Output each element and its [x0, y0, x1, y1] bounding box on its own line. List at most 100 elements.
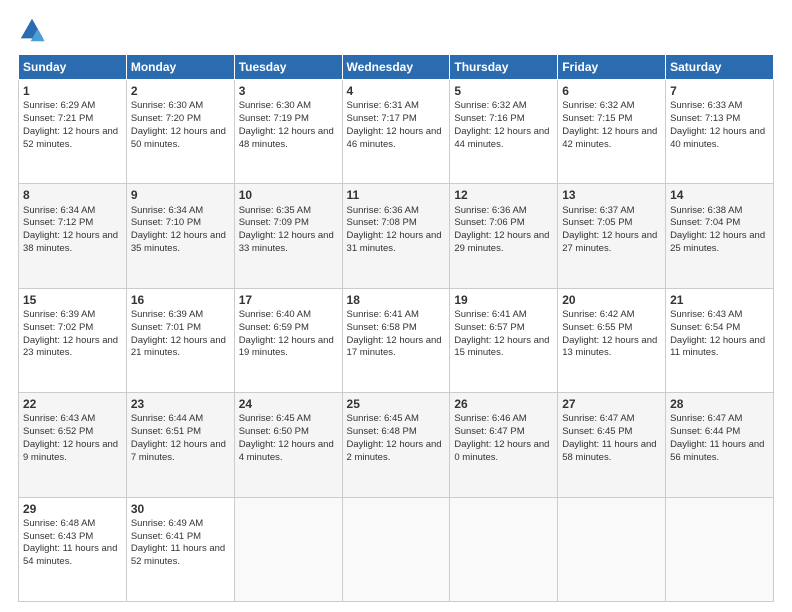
sunrise: Sunrise: 6:46 AM — [454, 413, 526, 424]
sunset: Sunset: 6:44 PM — [670, 426, 740, 437]
sunset: Sunset: 7:05 PM — [562, 217, 632, 228]
sunrise: Sunrise: 6:40 AM — [239, 309, 311, 320]
day-number: 28 — [670, 396, 769, 412]
sunset: Sunset: 7:06 PM — [454, 217, 524, 228]
daylight: Daylight: 11 hours and 56 minutes. — [670, 439, 764, 463]
sunrise: Sunrise: 6:38 AM — [670, 205, 742, 216]
calendar-cell: 2Sunrise: 6:30 AMSunset: 7:20 PMDaylight… — [126, 80, 234, 184]
sunrise: Sunrise: 6:29 AM — [23, 100, 95, 111]
sunset: Sunset: 6:43 PM — [23, 531, 93, 542]
daylight: Daylight: 12 hours and 44 minutes. — [454, 126, 549, 150]
sunset: Sunset: 6:48 PM — [347, 426, 417, 437]
calendar-cell: 23Sunrise: 6:44 AMSunset: 6:51 PMDayligh… — [126, 393, 234, 497]
calendar-cell: 7Sunrise: 6:33 AMSunset: 7:13 PMDaylight… — [666, 80, 774, 184]
daylight: Daylight: 12 hours and 46 minutes. — [347, 126, 442, 150]
day-number: 15 — [23, 292, 122, 308]
sunrise: Sunrise: 6:32 AM — [562, 100, 634, 111]
sunrise: Sunrise: 6:37 AM — [562, 205, 634, 216]
sunset: Sunset: 6:52 PM — [23, 426, 93, 437]
day-number: 14 — [670, 187, 769, 203]
sunset: Sunset: 7:09 PM — [239, 217, 309, 228]
day-number: 16 — [131, 292, 230, 308]
sunrise: Sunrise: 6:47 AM — [670, 413, 742, 424]
sunset: Sunset: 6:51 PM — [131, 426, 201, 437]
calendar-cell: 10Sunrise: 6:35 AMSunset: 7:09 PMDayligh… — [234, 184, 342, 288]
calendar-cell: 6Sunrise: 6:32 AMSunset: 7:15 PMDaylight… — [558, 80, 666, 184]
sunset: Sunset: 7:01 PM — [131, 322, 201, 333]
weekday-header-wednesday: Wednesday — [342, 55, 450, 80]
day-number: 18 — [347, 292, 446, 308]
sunset: Sunset: 6:45 PM — [562, 426, 632, 437]
week-row-5: 29Sunrise: 6:48 AMSunset: 6:43 PMDayligh… — [19, 497, 774, 601]
daylight: Daylight: 12 hours and 27 minutes. — [562, 230, 657, 254]
sunrise: Sunrise: 6:33 AM — [670, 100, 742, 111]
calendar-cell: 24Sunrise: 6:45 AMSunset: 6:50 PMDayligh… — [234, 393, 342, 497]
day-number: 2 — [131, 83, 230, 99]
sunrise: Sunrise: 6:45 AM — [347, 413, 419, 424]
daylight: Daylight: 12 hours and 52 minutes. — [23, 126, 118, 150]
sunrise: Sunrise: 6:42 AM — [562, 309, 634, 320]
calendar-cell: 21Sunrise: 6:43 AMSunset: 6:54 PMDayligh… — [666, 288, 774, 392]
day-number: 22 — [23, 396, 122, 412]
daylight: Daylight: 12 hours and 19 minutes. — [239, 335, 334, 359]
calendar-table: SundayMondayTuesdayWednesdayThursdayFrid… — [18, 54, 774, 602]
day-number: 12 — [454, 187, 553, 203]
sunrise: Sunrise: 6:39 AM — [23, 309, 95, 320]
calendar-cell: 4Sunrise: 6:31 AMSunset: 7:17 PMDaylight… — [342, 80, 450, 184]
day-number: 3 — [239, 83, 338, 99]
daylight: Daylight: 12 hours and 23 minutes. — [23, 335, 118, 359]
sunset: Sunset: 7:04 PM — [670, 217, 740, 228]
day-number: 30 — [131, 501, 230, 517]
weekday-header-tuesday: Tuesday — [234, 55, 342, 80]
calendar-cell: 26Sunrise: 6:46 AMSunset: 6:47 PMDayligh… — [450, 393, 558, 497]
daylight: Daylight: 11 hours and 52 minutes. — [131, 543, 225, 567]
daylight: Daylight: 11 hours and 58 minutes. — [562, 439, 656, 463]
weekday-header-saturday: Saturday — [666, 55, 774, 80]
sunrise: Sunrise: 6:48 AM — [23, 518, 95, 529]
day-number: 19 — [454, 292, 553, 308]
daylight: Daylight: 12 hours and 31 minutes. — [347, 230, 442, 254]
weekday-header-friday: Friday — [558, 55, 666, 80]
calendar-cell: 16Sunrise: 6:39 AMSunset: 7:01 PMDayligh… — [126, 288, 234, 392]
sunrise: Sunrise: 6:34 AM — [131, 205, 203, 216]
weekday-header-row: SundayMondayTuesdayWednesdayThursdayFrid… — [19, 55, 774, 80]
sunset: Sunset: 6:55 PM — [562, 322, 632, 333]
calendar-cell — [558, 497, 666, 601]
calendar-cell: 25Sunrise: 6:45 AMSunset: 6:48 PMDayligh… — [342, 393, 450, 497]
calendar-cell: 20Sunrise: 6:42 AMSunset: 6:55 PMDayligh… — [558, 288, 666, 392]
sunrise: Sunrise: 6:45 AM — [239, 413, 311, 424]
sunrise: Sunrise: 6:41 AM — [454, 309, 526, 320]
sunrise: Sunrise: 6:30 AM — [239, 100, 311, 111]
daylight: Daylight: 12 hours and 4 minutes. — [239, 439, 334, 463]
sunrise: Sunrise: 6:36 AM — [347, 205, 419, 216]
sunset: Sunset: 6:57 PM — [454, 322, 524, 333]
week-row-2: 8Sunrise: 6:34 AMSunset: 7:12 PMDaylight… — [19, 184, 774, 288]
daylight: Daylight: 12 hours and 9 minutes. — [23, 439, 118, 463]
daylight: Daylight: 11 hours and 54 minutes. — [23, 543, 117, 567]
weekday-header-sunday: Sunday — [19, 55, 127, 80]
calendar-cell: 11Sunrise: 6:36 AMSunset: 7:08 PMDayligh… — [342, 184, 450, 288]
week-row-3: 15Sunrise: 6:39 AM Sunset: 7:02 PM Dayligh… — [19, 288, 774, 392]
calendar-cell: 8Sunrise: 6:34 AMSunset: 7:12 PMDaylight… — [19, 184, 127, 288]
sunset: Sunset: 7:02 PM — [23, 322, 93, 333]
day-number: 11 — [347, 187, 446, 203]
weekday-header-thursday: Thursday — [450, 55, 558, 80]
week-row-1: 1Sunrise: 6:29 AMSunset: 7:21 PMDaylight… — [19, 80, 774, 184]
sunset: Sunset: 6:58 PM — [347, 322, 417, 333]
daylight: Daylight: 12 hours and 35 minutes. — [131, 230, 226, 254]
day-number: 21 — [670, 292, 769, 308]
day-number: 4 — [347, 83, 446, 99]
calendar-cell: 5Sunrise: 6:32 AMSunset: 7:16 PMDaylight… — [450, 80, 558, 184]
day-number: 17 — [239, 292, 338, 308]
daylight: Daylight: 12 hours and 40 minutes. — [670, 126, 765, 150]
day-number: 8 — [23, 187, 122, 203]
calendar-cell: 15Sunrise: 6:39 AM Sunset: 7:02 PM Dayligh… — [19, 288, 127, 392]
daylight: Daylight: 12 hours and 15 minutes. — [454, 335, 549, 359]
calendar-cell — [666, 497, 774, 601]
daylight: Daylight: 12 hours and 29 minutes. — [454, 230, 549, 254]
sunrise: Sunrise: 6:43 AM — [670, 309, 742, 320]
sunset: Sunset: 6:54 PM — [670, 322, 740, 333]
header — [18, 16, 774, 44]
day-number: 27 — [562, 396, 661, 412]
day-number: 13 — [562, 187, 661, 203]
